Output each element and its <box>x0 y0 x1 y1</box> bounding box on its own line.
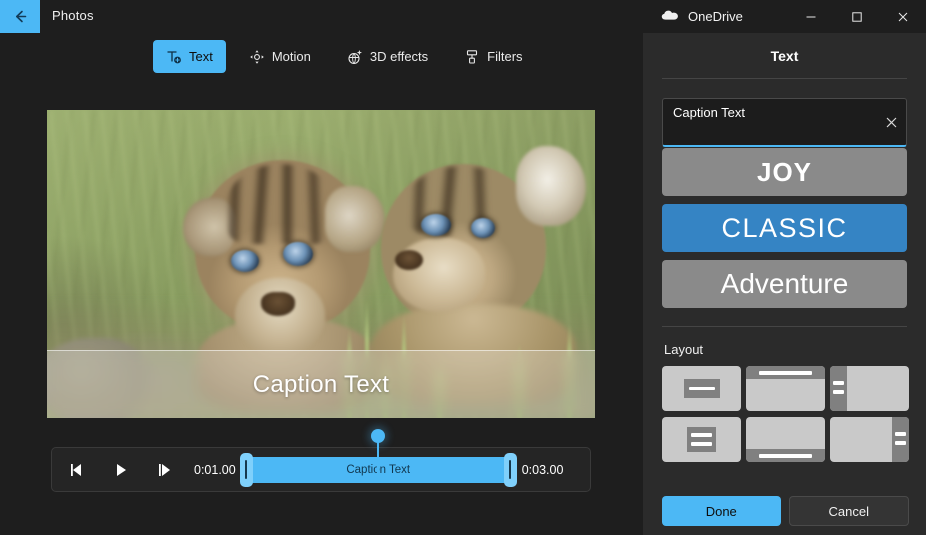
preview-photo: Caption Text <box>47 110 595 418</box>
cancel-button[interactable]: Cancel <box>788 496 909 526</box>
layout-option-centered-two-line[interactable] <box>662 417 741 462</box>
tab-motion[interactable]: Motion <box>236 40 324 73</box>
close-icon <box>897 11 909 23</box>
maximize-icon <box>851 11 863 23</box>
caption-overlay[interactable]: Caption Text <box>47 350 595 418</box>
previous-frame-icon <box>68 463 86 477</box>
app-title: Photos <box>52 8 94 23</box>
motion-icon <box>249 49 265 65</box>
photos-editor-window: Photos Text Motion 3D effects Filters Ca… <box>0 0 926 535</box>
clip-start-time: 0:01.00 <box>194 462 236 477</box>
panel-footer: Done Cancel <box>662 496 909 526</box>
onedrive-brand: OneDrive <box>643 8 743 26</box>
onedrive-titlebar: OneDrive <box>643 0 926 33</box>
next-frame-button[interactable] <box>148 453 182 487</box>
back-arrow-icon <box>12 8 29 25</box>
layout-section-divider <box>662 326 907 327</box>
onedrive-app-name: OneDrive <box>688 9 743 24</box>
window-controls <box>788 0 926 33</box>
clip-end-handle[interactable] <box>503 452 517 487</box>
tab-3d-effects[interactable]: 3D effects <box>334 40 441 73</box>
done-button[interactable]: Done <box>662 496 781 526</box>
text-add-icon <box>166 49 182 65</box>
maximize-button[interactable] <box>834 0 880 33</box>
clip-track[interactable]: Caption Text <box>239 428 517 487</box>
layout-option-bottom-banner[interactable] <box>746 417 825 462</box>
style-option-classic[interactable]: CLASSIC <box>662 204 907 252</box>
text-style-list[interactable]: JOY CLASSIC Adventure <box>662 148 907 311</box>
text-options-panel: OneDrive Text Caption Text JOY CLASSIC A… <box>643 0 926 535</box>
clip-end-time: 0:03.00 <box>521 462 564 477</box>
panel-title: Text <box>770 47 799 64</box>
caption-overlay-text: Caption Text <box>252 370 390 398</box>
panel-header-divider <box>662 78 907 79</box>
play-button[interactable] <box>104 453 138 487</box>
photos-app-pane: Photos Text Motion 3D effects Filters Ca… <box>0 0 642 535</box>
style-option-joy[interactable]: JOY <box>662 148 907 196</box>
minimize-button[interactable] <box>788 0 834 33</box>
layout-section-title: Layout <box>664 342 704 357</box>
tab-filters-label: Filters <box>487 49 523 64</box>
clip-start-handle[interactable] <box>239 452 253 487</box>
tab-motion-label: Motion <box>271 49 311 64</box>
timeline-panel: 0:01.00 Caption Text 0:03.00 <box>51 428 591 492</box>
clear-text-button[interactable] <box>876 99 906 145</box>
playhead-knob[interactable] <box>371 428 386 443</box>
style-option-adventure[interactable]: Adventure <box>662 260 907 308</box>
3d-effects-icon <box>347 49 363 65</box>
caption-text-input[interactable] <box>663 105 876 120</box>
previous-frame-button[interactable] <box>60 453 94 487</box>
layout-option-right-sidebar[interactable] <box>830 417 909 462</box>
video-preview[interactable]: Caption Text <box>47 110 595 418</box>
close-button[interactable] <box>880 0 926 33</box>
caption-text-field[interactable] <box>662 98 907 147</box>
layout-option-centered-box[interactable] <box>662 366 741 411</box>
layout-options-grid <box>662 366 909 462</box>
filters-brush-icon <box>464 49 480 65</box>
style-option-label: CLASSIC <box>721 212 848 243</box>
playhead-line <box>377 435 380 483</box>
tab-text[interactable]: Text <box>153 40 226 73</box>
next-frame-icon <box>156 463 174 477</box>
layout-option-left-sidebar[interactable] <box>830 366 909 411</box>
edit-toolbar: Text Motion 3D effects Filters <box>153 40 536 73</box>
style-option-label: JOY <box>756 156 813 187</box>
onedrive-cloud-icon <box>661 8 679 26</box>
play-icon <box>113 463 129 477</box>
back-button[interactable] <box>0 0 40 33</box>
tab-text-label: Text <box>189 49 213 64</box>
panel-header: Text <box>643 33 926 78</box>
tab-3d-effects-label: 3D effects <box>369 49 429 64</box>
minimize-icon <box>805 11 817 23</box>
style-option-label: Adventure <box>720 268 849 299</box>
tab-filters[interactable]: Filters <box>451 40 535 73</box>
layout-option-top-banner[interactable] <box>746 366 825 411</box>
